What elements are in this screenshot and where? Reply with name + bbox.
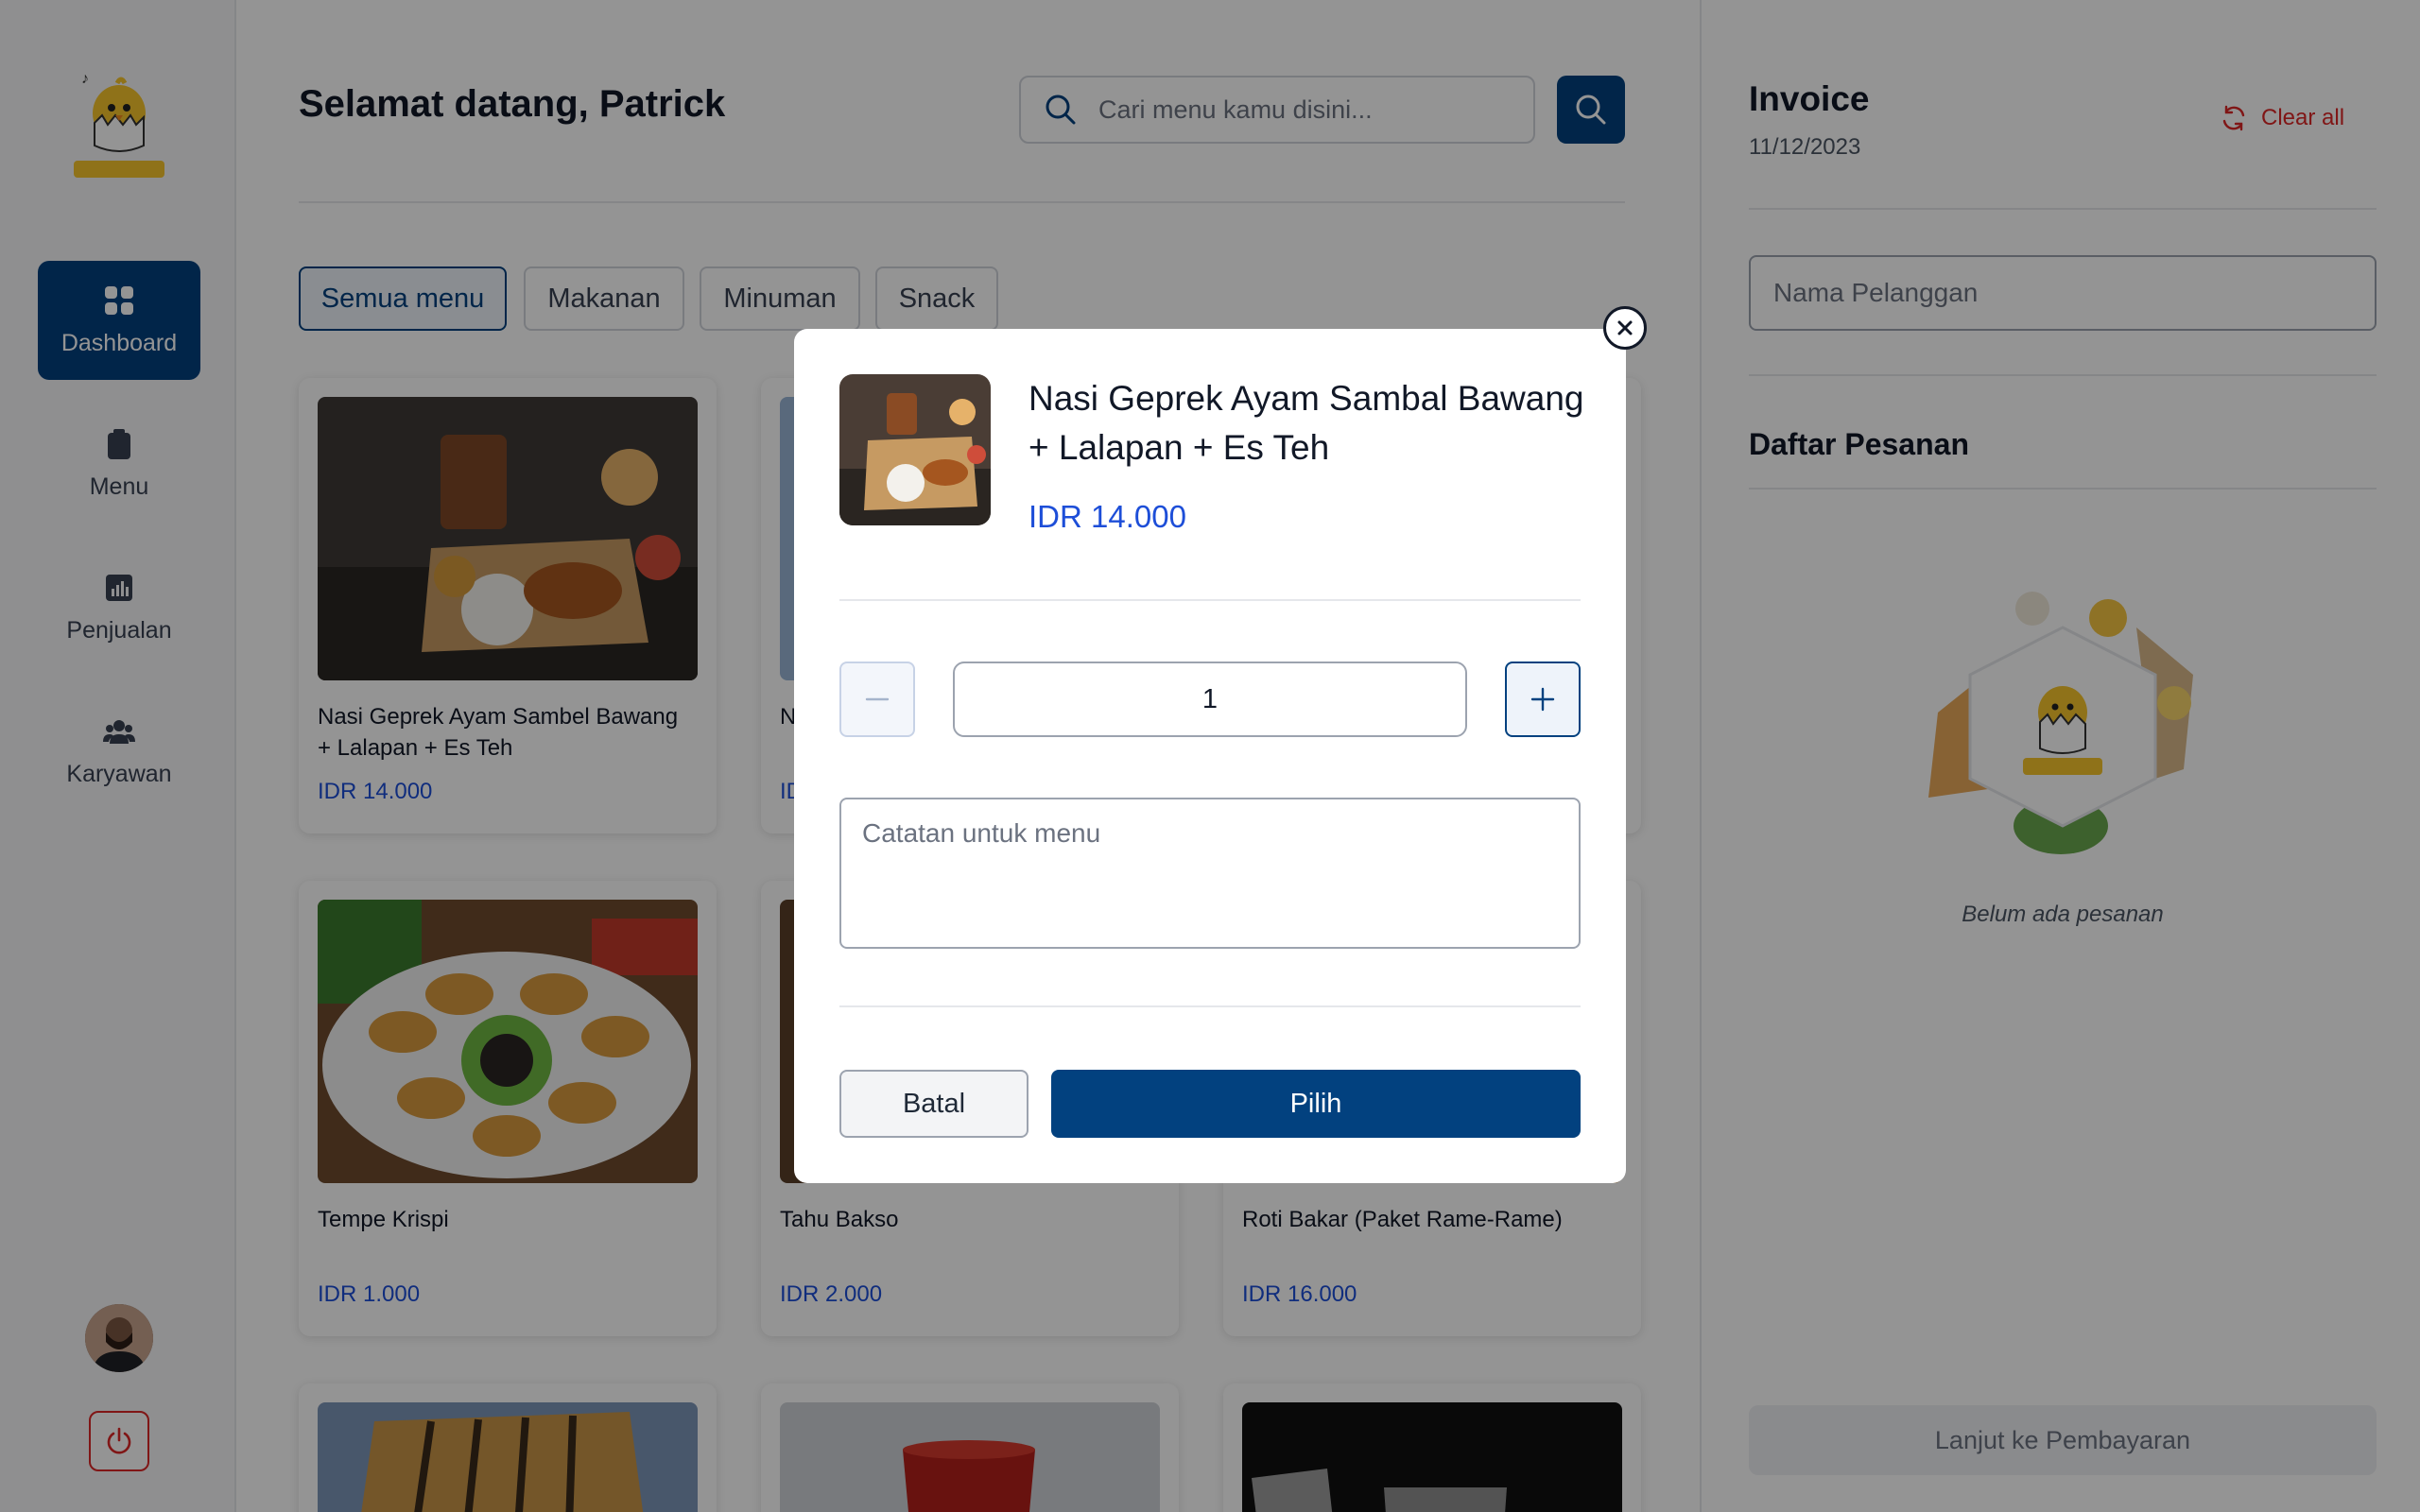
decrease-quantity-button[interactable] xyxy=(839,662,915,737)
menu-note-input[interactable] xyxy=(839,798,1581,949)
increase-quantity-button[interactable] xyxy=(1505,662,1581,737)
divider xyxy=(839,599,1581,601)
modal-item-image xyxy=(839,374,991,525)
modal-item-price: IDR 14.000 xyxy=(1028,499,1186,534)
close-modal-button[interactable] xyxy=(1603,306,1647,350)
modal-item-name: Nasi Geprek Ayam Sambal Bawang + Lalapan… xyxy=(1028,379,1584,467)
quantity-input[interactable] xyxy=(953,662,1467,737)
close-icon xyxy=(1617,320,1633,335)
minus-icon xyxy=(865,697,890,701)
add-item-modal: Nasi Geprek Ayam Sambal Bawang + Lalapan… xyxy=(794,329,1626,1183)
cancel-button[interactable]: Batal xyxy=(839,1070,1028,1138)
confirm-button[interactable]: Pilih xyxy=(1051,1070,1581,1138)
divider xyxy=(839,1005,1581,1007)
plus-icon xyxy=(1530,687,1555,712)
